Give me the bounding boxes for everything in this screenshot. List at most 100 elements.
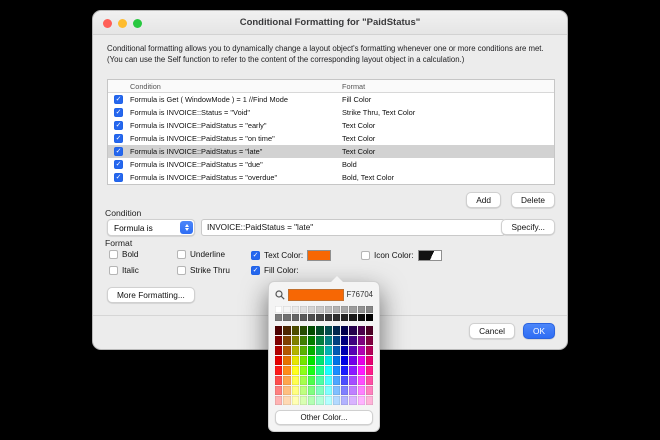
table-row[interactable]: Formula is INVOICE::PaidStatus = "overdu… <box>108 171 554 184</box>
strikethru-checkbox-row[interactable]: Strike Thru <box>177 266 230 275</box>
palette-color[interactable] <box>341 336 349 345</box>
palette-color[interactable] <box>357 366 365 375</box>
palette-color[interactable] <box>275 326 283 335</box>
palette-color[interactable] <box>324 356 332 365</box>
italic-checkbox[interactable] <box>109 266 118 275</box>
palette-color[interactable] <box>291 376 299 385</box>
delete-button[interactable]: Delete <box>511 192 555 208</box>
palette-color[interactable] <box>324 346 332 355</box>
palette-color[interactable] <box>299 356 307 365</box>
palette-color[interactable] <box>308 376 316 385</box>
palette-color[interactable] <box>275 306 283 313</box>
palette-color[interactable] <box>291 306 299 313</box>
palette-color[interactable] <box>299 336 307 345</box>
palette-color[interactable] <box>341 356 349 365</box>
palette-color[interactable] <box>316 376 324 385</box>
underline-checkbox[interactable] <box>177 250 186 259</box>
icon-color-swatch[interactable] <box>417 250 442 261</box>
palette-color[interactable] <box>275 336 283 345</box>
palette-color[interactable] <box>308 314 316 321</box>
palette-color[interactable] <box>357 396 365 405</box>
palette-color[interactable] <box>324 306 332 313</box>
palette-color[interactable] <box>291 314 299 321</box>
row-enabled-checkbox[interactable] <box>114 160 123 169</box>
palette-color[interactable] <box>341 366 349 375</box>
palette-color[interactable] <box>316 386 324 395</box>
palette-color[interactable] <box>299 326 307 335</box>
table-row[interactable]: Formula is INVOICE::Status = "Void" Stri… <box>108 106 554 119</box>
palette-color[interactable] <box>316 306 324 313</box>
row-enabled-checkbox[interactable] <box>114 108 123 117</box>
palette-color[interactable] <box>332 356 340 365</box>
more-formatting-button[interactable]: More Formatting... <box>107 287 195 303</box>
palette-color[interactable] <box>332 396 340 405</box>
palette-color[interactable] <box>332 376 340 385</box>
palette-color[interactable] <box>275 346 283 355</box>
palette-color[interactable] <box>308 386 316 395</box>
palette-color[interactable] <box>291 396 299 405</box>
palette-color[interactable] <box>332 306 340 313</box>
palette-color[interactable] <box>349 396 357 405</box>
add-button[interactable]: Add <box>466 192 502 208</box>
palette-color[interactable] <box>299 376 307 385</box>
palette-color[interactable] <box>365 396 373 405</box>
palette-color[interactable] <box>365 314 373 321</box>
palette-color[interactable] <box>283 336 291 345</box>
palette-color[interactable] <box>308 346 316 355</box>
table-row[interactable]: Formula is INVOICE::PaidStatus = "early"… <box>108 119 554 132</box>
palette-color[interactable] <box>349 336 357 345</box>
palette-color[interactable] <box>291 366 299 375</box>
palette-color[interactable] <box>316 366 324 375</box>
fill-color-checkbox[interactable] <box>251 266 260 275</box>
palette-color[interactable] <box>308 356 316 365</box>
palette-color[interactable] <box>349 314 357 321</box>
palette-color[interactable] <box>357 326 365 335</box>
color-hex-value[interactable]: F76704 <box>347 290 373 299</box>
palette-color[interactable] <box>283 346 291 355</box>
palette-color[interactable] <box>365 356 373 365</box>
current-color-swatch[interactable] <box>288 288 344 301</box>
table-row[interactable]: Formula is INVOICE::PaidStatus = "due" B… <box>108 158 554 171</box>
specify-button[interactable]: Specify... <box>501 219 555 235</box>
palette-color[interactable] <box>275 376 283 385</box>
palette-color[interactable] <box>324 326 332 335</box>
palette-color[interactable] <box>283 386 291 395</box>
palette-color[interactable] <box>316 326 324 335</box>
palette-color[interactable] <box>349 346 357 355</box>
palette-color[interactable] <box>324 386 332 395</box>
palette-color[interactable] <box>283 366 291 375</box>
palette-color[interactable] <box>365 326 373 335</box>
bold-checkbox[interactable] <box>109 250 118 259</box>
palette-color[interactable] <box>332 346 340 355</box>
palette-color[interactable] <box>299 396 307 405</box>
palette-color[interactable] <box>275 314 283 321</box>
palette-color[interactable] <box>341 346 349 355</box>
column-header-format[interactable]: Format <box>342 82 365 91</box>
palette-color[interactable] <box>299 366 307 375</box>
palette-color[interactable] <box>324 314 332 321</box>
palette-color[interactable] <box>316 336 324 345</box>
palette-color[interactable] <box>316 396 324 405</box>
palette-color[interactable] <box>324 396 332 405</box>
palette-color[interactable] <box>341 306 349 313</box>
palette-color[interactable] <box>316 346 324 355</box>
palette-color[interactable] <box>291 356 299 365</box>
text-color-checkbox-row[interactable]: Text Color: <box>251 250 332 261</box>
text-color-checkbox[interactable] <box>251 251 260 260</box>
row-enabled-checkbox[interactable] <box>114 147 123 156</box>
palette-color[interactable] <box>291 386 299 395</box>
palette-color[interactable] <box>308 306 316 313</box>
palette-color[interactable] <box>332 366 340 375</box>
palette-color[interactable] <box>341 386 349 395</box>
palette-color[interactable] <box>332 326 340 335</box>
palette-color[interactable] <box>324 366 332 375</box>
palette-color[interactable] <box>332 336 340 345</box>
palette-color[interactable] <box>357 346 365 355</box>
palette-color[interactable] <box>357 336 365 345</box>
row-enabled-checkbox[interactable] <box>114 134 123 143</box>
icon-color-checkbox-row[interactable]: Icon Color: <box>361 250 442 261</box>
palette-color[interactable] <box>283 376 291 385</box>
palette-color[interactable] <box>341 314 349 321</box>
underline-checkbox-row[interactable]: Underline <box>177 250 225 259</box>
other-color-button[interactable]: Other Color... <box>275 410 373 425</box>
